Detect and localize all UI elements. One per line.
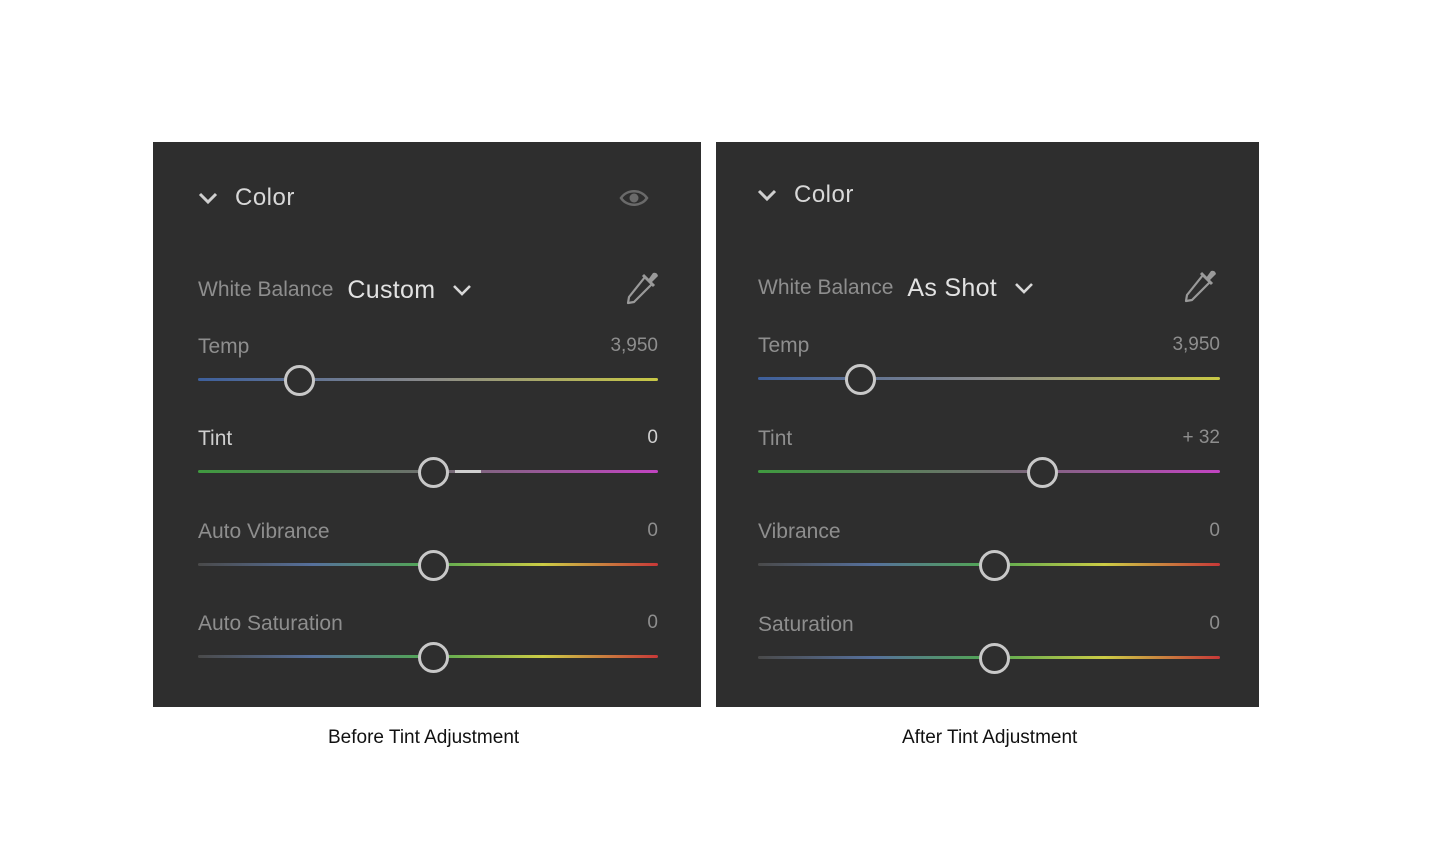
slider-thumb[interactable] [973, 643, 1015, 674]
slider-thumb[interactable] [412, 550, 454, 581]
slider-thumb[interactable] [412, 457, 454, 488]
slider-value: 0 [1209, 613, 1220, 634]
auto-vibrance-slider[interactable]: Auto Vibrance 0 [198, 520, 658, 581]
white-balance-label: White Balance [198, 278, 334, 301]
slider-label: Vibrance [758, 520, 841, 543]
chevron-down-icon[interactable] [756, 184, 778, 206]
auto-saturation-slider[interactable]: Auto Saturation 0 [198, 612, 658, 673]
white-balance-dropdown[interactable]: Custom [347, 276, 435, 305]
temp-slider[interactable]: Temp 3,950 [198, 335, 658, 396]
chevron-down-icon[interactable] [451, 279, 473, 301]
eyedropper-icon[interactable] [621, 268, 661, 308]
chevron-down-icon[interactable] [197, 187, 219, 209]
white-balance-label: White Balance [758, 276, 894, 299]
section-title: Color [235, 184, 295, 211]
eye-icon[interactable] [619, 186, 649, 210]
tint-slider[interactable]: Tint + 32 [758, 427, 1220, 488]
color-section-header[interactable]: Color [197, 182, 295, 214]
slider-thumb[interactable] [973, 550, 1015, 581]
slider-value: 3,950 [610, 335, 658, 356]
eyedropper-icon[interactable] [1179, 266, 1219, 306]
saturation-slider[interactable]: Saturation 0 [758, 613, 1220, 674]
color-panel-before: Color White Balance Custom Temp 3,950 Ti… [153, 142, 701, 707]
slider-thumb[interactable] [279, 365, 321, 396]
section-title: Color [794, 181, 854, 208]
caption-after: After Tint Adjustment [902, 727, 1078, 748]
slider-value: 0 [1209, 520, 1220, 541]
slider-value: + 32 [1182, 427, 1220, 448]
white-balance-row: White Balance Custom [198, 272, 661, 308]
slider-thumb[interactable] [839, 364, 881, 395]
slider-thumb[interactable] [1022, 457, 1064, 488]
slider-label: Temp [198, 335, 250, 358]
slider-value: 3,950 [1172, 334, 1220, 355]
slider-label: Auto Vibrance [198, 520, 330, 543]
tint-slider[interactable]: Tint 0 [198, 427, 658, 488]
slider-value: 0 [647, 427, 658, 448]
chevron-down-icon[interactable] [1013, 277, 1035, 299]
slider-track[interactable] [758, 470, 1220, 473]
color-section-header[interactable]: Color [756, 179, 854, 211]
slider-label: Tint [758, 427, 793, 450]
slider-value: 0 [647, 612, 658, 633]
caption-before: Before Tint Adjustment [328, 727, 520, 748]
slider-label: Tint [198, 427, 233, 450]
slider-center-tick [455, 470, 481, 473]
slider-label: Auto Saturation [198, 612, 343, 635]
slider-track[interactable] [758, 377, 1220, 380]
white-balance-row: White Balance As Shot [758, 270, 1219, 306]
slider-label: Saturation [758, 613, 854, 636]
slider-thumb[interactable] [412, 642, 454, 673]
vibrance-slider[interactable]: Vibrance 0 [758, 520, 1220, 581]
temp-slider[interactable]: Temp 3,950 [758, 334, 1220, 395]
slider-track[interactable] [198, 378, 658, 381]
slider-value: 0 [647, 520, 658, 541]
color-panel-after: Color White Balance As Shot Temp 3,950 T… [716, 142, 1259, 707]
white-balance-dropdown[interactable]: As Shot [907, 274, 997, 303]
slider-label: Temp [758, 334, 810, 357]
